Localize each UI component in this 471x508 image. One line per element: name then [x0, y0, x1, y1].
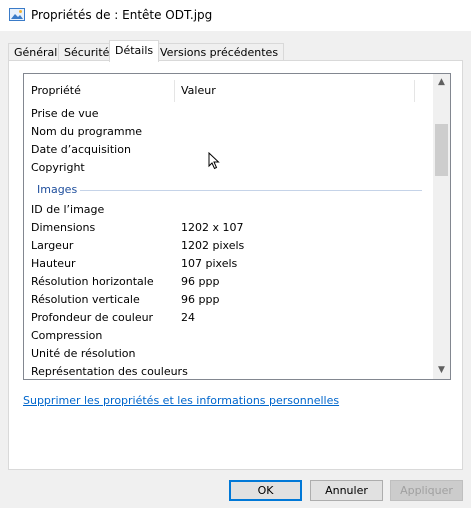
group-header-images: Images: [24, 180, 433, 198]
list-item[interactable]: Prise de vue: [24, 104, 433, 122]
tab-general[interactable]: Général: [8, 43, 64, 61]
tab-details[interactable]: Détails: [109, 40, 160, 62]
property-name: Profondeur de couleur: [31, 311, 154, 324]
remove-properties-link[interactable]: Supprimer les propriétés et les informat…: [23, 394, 339, 407]
scroll-thumb[interactable]: [435, 124, 448, 176]
tab-securite[interactable]: Sécurité: [58, 43, 116, 61]
property-name: Compression: [31, 329, 103, 342]
property-value: 96 ppp: [181, 293, 220, 306]
tab-versions-precedentes[interactable]: Versions précédentes: [154, 43, 285, 61]
property-name: Prise de vue: [31, 107, 99, 120]
list-item[interactable]: Résolution horizontale 96 ppp: [24, 272, 433, 290]
apply-button[interactable]: Appliquer: [390, 480, 463, 501]
list-item[interactable]: ID de l’image: [24, 200, 433, 218]
properties-list[interactable]: Propriété Valeur Prise de vue Nom du pro…: [23, 73, 451, 380]
property-name: Unité de résolution: [31, 347, 136, 360]
property-value: 1202 pixels: [181, 239, 245, 252]
list-item[interactable]: Nom du programme: [24, 122, 433, 140]
property-value: 24: [181, 311, 195, 324]
list-item[interactable]: Unité de résolution: [24, 344, 433, 362]
property-name: Résolution horizontale: [31, 275, 154, 288]
property-value: 96 ppp: [181, 275, 220, 288]
vertical-scrollbar[interactable]: ▲ ▼: [433, 74, 450, 379]
scroll-down-arrow-icon[interactable]: ▼: [433, 362, 450, 379]
list-item[interactable]: Compression: [24, 326, 433, 344]
scroll-up-arrow-icon[interactable]: ▲: [433, 74, 450, 91]
column-separator[interactable]: [174, 80, 175, 102]
list-item[interactable]: Représentation des couleurs: [24, 362, 433, 379]
group-label: Images: [37, 183, 78, 196]
list-item[interactable]: Résolution verticale 96 ppp: [24, 290, 433, 308]
list-item[interactable]: Date d’acquisition: [24, 140, 433, 158]
column-header-value[interactable]: Valeur: [181, 84, 216, 97]
property-name: Dimensions: [31, 221, 96, 234]
property-value: 1202 x 107: [181, 221, 244, 234]
group-divider: [80, 190, 422, 191]
property-name: Copyright: [31, 161, 85, 174]
column-separator[interactable]: [414, 80, 415, 102]
property-name: Hauteur: [31, 257, 76, 270]
property-name: Date d’acquisition: [31, 143, 131, 156]
details-panel: Propriété Valeur Prise de vue Nom du pro…: [8, 60, 463, 470]
property-name: Résolution verticale: [31, 293, 140, 306]
column-header: Propriété Valeur: [24, 74, 433, 104]
list-item[interactable]: Dimensions 1202 x 107: [24, 218, 433, 236]
title-bar[interactable]: Propriétés de : Entête ODT.jpg: [0, 0, 471, 31]
list-item[interactable]: Profondeur de couleur 24: [24, 308, 433, 326]
list-item[interactable]: Copyright: [24, 158, 433, 176]
property-name: Représentation des couleurs: [31, 365, 188, 378]
column-header-property[interactable]: Propriété: [31, 84, 81, 97]
cancel-button[interactable]: Annuler: [310, 480, 383, 501]
property-name: Largeur: [31, 239, 74, 252]
ok-button[interactable]: OK: [229, 480, 302, 501]
list-item[interactable]: Hauteur 107 pixels: [24, 254, 433, 272]
dialog-body: Général Sécurité Détails Versions précéd…: [0, 31, 471, 508]
property-name: ID de l’image: [31, 203, 105, 216]
property-value: 107 pixels: [181, 257, 238, 270]
image-file-icon: [9, 8, 25, 21]
window-title: Propriétés de : Entête ODT.jpg: [31, 8, 213, 22]
list-item[interactable]: Largeur 1202 pixels: [24, 236, 433, 254]
mouse-pointer-icon: [208, 152, 220, 170]
property-name: Nom du programme: [31, 125, 143, 138]
